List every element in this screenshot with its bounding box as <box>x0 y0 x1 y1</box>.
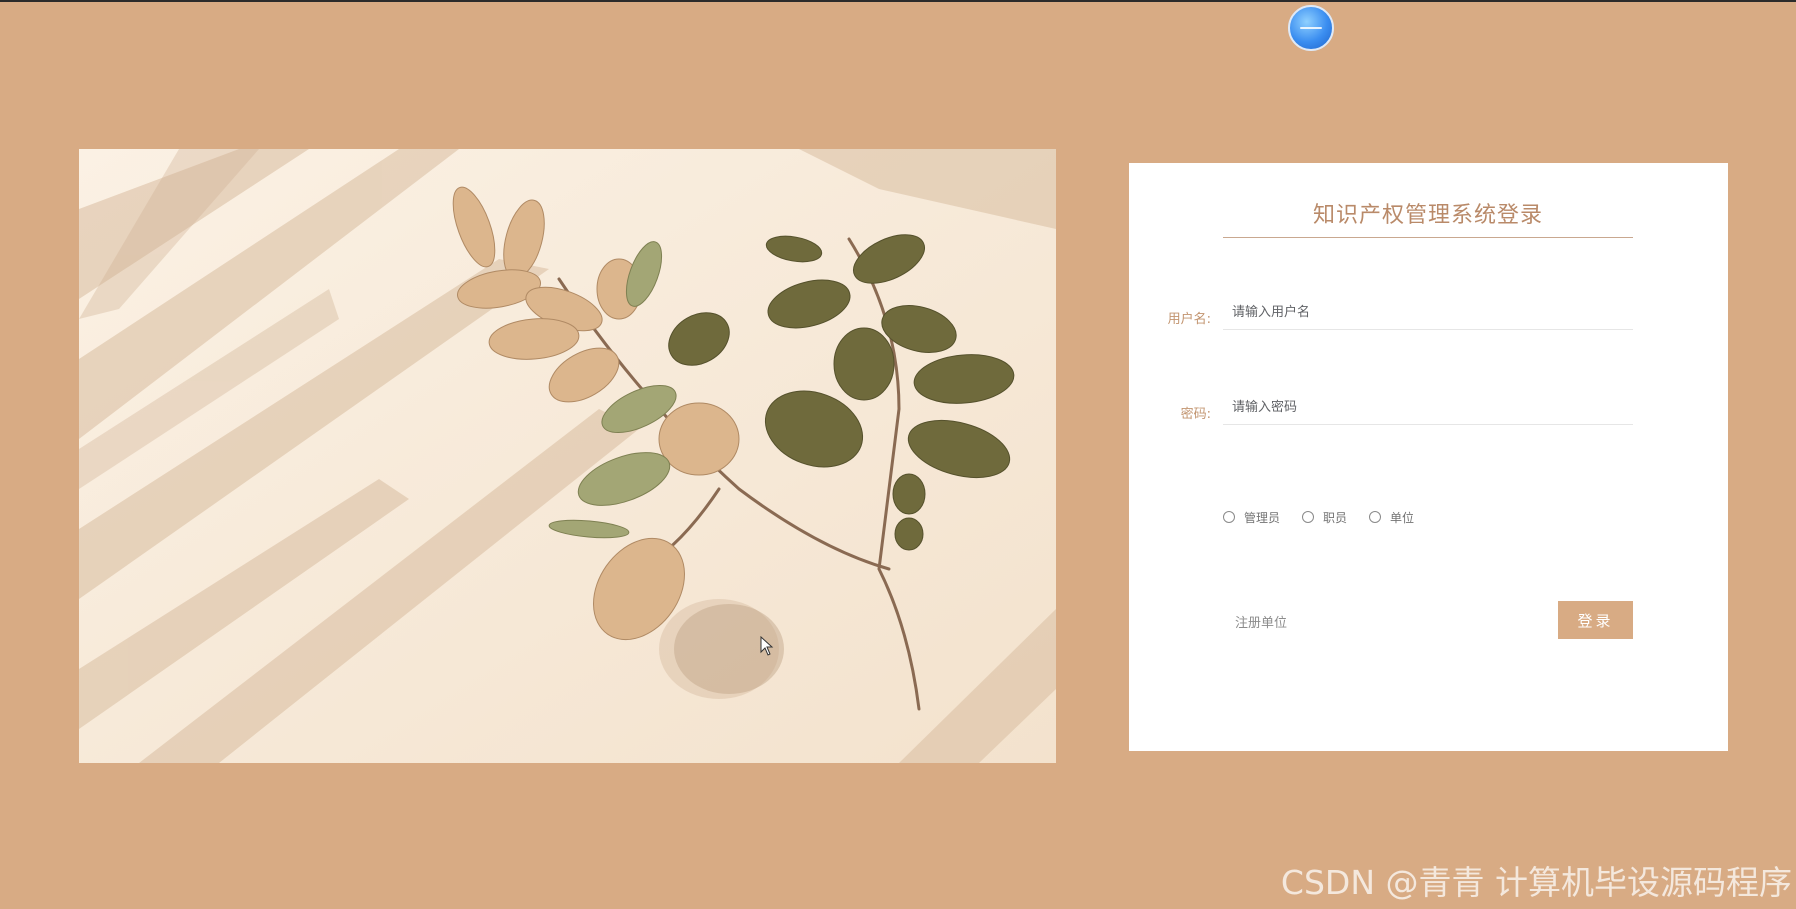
role-option-unit[interactable]: 单位 <box>1369 509 1414 526</box>
radio-circle-icon[interactable] <box>1369 511 1382 523</box>
window-top-border <box>0 0 1796 2</box>
login-card: 知识产权管理系统登录 用户名: 密码: 管理员 职员 单位 注册单位 登录 <box>1129 163 1728 751</box>
username-label: 用户名: <box>1167 312 1211 327</box>
radio-circle-icon[interactable] <box>1223 511 1235 523</box>
avatar-highlight <box>1300 27 1322 29</box>
page-title: 知识产权管理系统登录 <box>1312 203 1543 228</box>
watermark-text: CSDN @青青 计算机毕设源码程序 <box>1280 863 1792 902</box>
leaf-illustration <box>79 149 1056 763</box>
role-option-admin[interactable]: 管理员 <box>1223 509 1280 526</box>
mouse-pointer-icon <box>760 636 774 656</box>
role-label-staff: 职员 <box>1323 510 1348 525</box>
title-divider <box>1223 237 1633 238</box>
role-label-admin: 管理员 <box>1244 510 1281 525</box>
username-input[interactable] <box>1223 296 1633 330</box>
register-unit-link[interactable]: 注册单位 <box>1235 612 1287 631</box>
login-button[interactable]: 登录 <box>1558 601 1633 639</box>
password-label: 密码: <box>1180 407 1211 422</box>
password-input[interactable] <box>1223 391 1633 425</box>
role-label-unit: 单位 <box>1390 510 1415 525</box>
avatar-icon[interactable] <box>1288 5 1334 51</box>
role-radio-group: 管理员 职员 单位 <box>1223 507 1436 527</box>
role-option-staff[interactable]: 职员 <box>1302 509 1347 526</box>
decorative-leaf-photo <box>79 149 1056 763</box>
radio-circle-icon[interactable] <box>1302 511 1315 523</box>
